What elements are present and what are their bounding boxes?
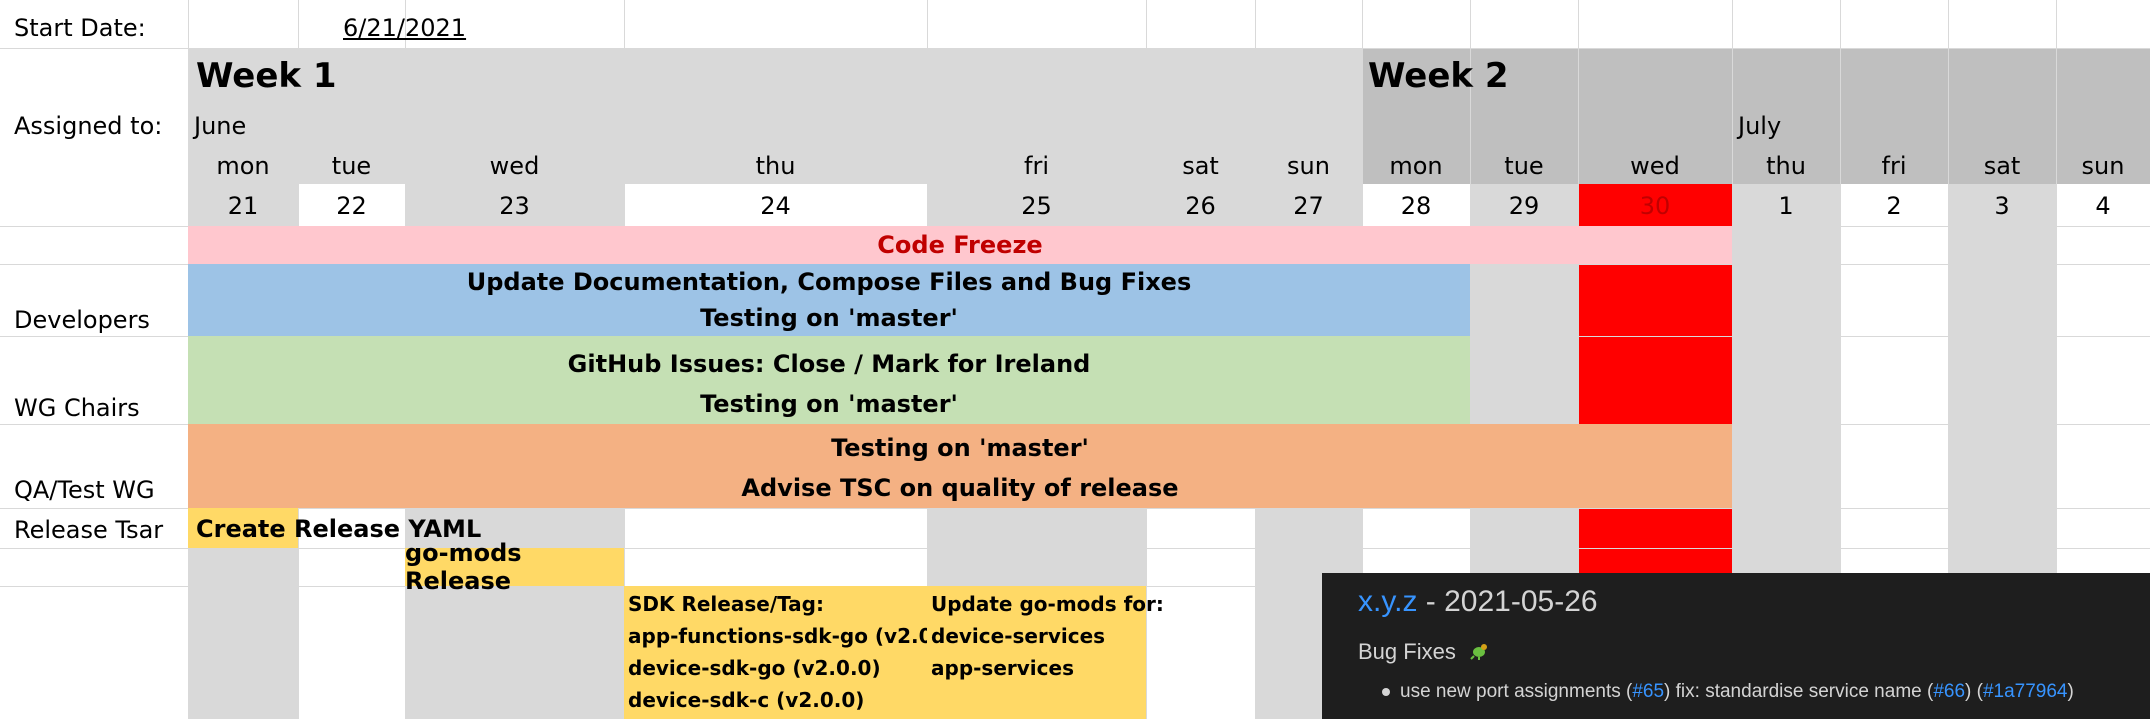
sdk-release-cell[interactable]: SDK Release/Tag: app-functions-sdk-go (v… (624, 586, 964, 719)
day-number[interactable]: 26 (1146, 186, 1255, 226)
item-text: ) (2067, 681, 2074, 702)
day-name: thu (755, 152, 796, 180)
bullet (1382, 687, 1390, 696)
start-date-label: Start Date: (14, 14, 146, 42)
version-date: - 2021-05-26 (1417, 585, 1598, 618)
bug-icon (1468, 639, 1490, 667)
changelog-section: Bug Fixes (1358, 639, 1490, 667)
wg-chairs-bar-line1: GitHub Issues: Close / Mark for Ireland (567, 350, 1091, 378)
day-name: sat (1182, 152, 1219, 180)
update-go-mods-title: Update go-mods for: (931, 592, 1164, 616)
item-text: ) ( (1965, 681, 1983, 702)
sdk-release-item: device-sdk-go (v2.0.0) (628, 656, 881, 680)
day-name: tue (331, 152, 372, 180)
month-july: July (1738, 112, 1782, 140)
update-go-mods-item: device-services (931, 624, 1106, 648)
developers-bar-line2: Testing on 'master' (700, 304, 958, 332)
day-number[interactable]: 27 (1255, 186, 1362, 226)
qa-test-bar-line2: Advise TSC on quality of release (741, 474, 1179, 502)
changelog-version-heading: x.y.z - 2021-05-26 (1358, 585, 1598, 619)
day-name: thu (1766, 152, 1806, 180)
grid-hline (0, 548, 2150, 549)
day-name: wed (489, 152, 540, 180)
sdk-release-item: app-functions-sdk-go (v2.0.0) (628, 624, 964, 648)
section-title: Bug Fixes (1358, 639, 1456, 664)
start-date-value[interactable]: 6/21/2021 (343, 14, 466, 42)
day-number[interactable]: 28 (1362, 186, 1470, 226)
week1-header: Week 1 (196, 56, 337, 96)
version-link[interactable]: x.y.z (1358, 585, 1417, 618)
day-name: mon (1389, 152, 1443, 180)
day-number[interactable]: 23 (405, 186, 624, 226)
update-go-mods-cell[interactable]: Update go-mods for: device-services app-… (927, 586, 1164, 719)
wg-chairs-bar-line2: Testing on 'master' (700, 390, 958, 418)
grid-hline (0, 48, 2150, 49)
month-june: June (194, 112, 247, 140)
role-release-tsar: Release Tsar (14, 516, 164, 544)
day-name: mon (216, 152, 270, 180)
day-number[interactable]: 22 (298, 186, 405, 226)
day-number[interactable]: 24 (624, 186, 927, 226)
day-name: sun (1287, 152, 1330, 180)
day-name: tue (1504, 152, 1544, 180)
developers-bar-line1: Update Documentation, Compose Files and … (466, 268, 1192, 296)
code-freeze-bar[interactable]: Code Freeze (188, 226, 1732, 264)
day-number[interactable]: 4 (2056, 186, 2150, 226)
day-number[interactable]: 1 (1732, 186, 1840, 226)
item-text: use new port assignments ( (1400, 681, 1633, 702)
day-number[interactable]: 25 (927, 186, 1146, 226)
grid-hline (0, 508, 2150, 509)
day-name: sat (1983, 152, 2021, 180)
day-number[interactable]: 29 (1470, 186, 1578, 226)
week2-header: Week 2 (1368, 56, 1509, 96)
sdk-release-title: SDK Release/Tag: (628, 592, 824, 616)
assigned-to-label: Assigned to: (14, 112, 163, 140)
day-name: fri (1881, 152, 1907, 180)
update-go-mods-item: app-services (931, 656, 1074, 680)
commit-link[interactable]: #1a77964 (1983, 681, 2068, 702)
day-name: fri (1024, 152, 1049, 180)
day-name: wed (1630, 152, 1680, 180)
day-number[interactable]: 21 (188, 186, 298, 226)
day-name: sun (2081, 152, 2125, 180)
issue-link[interactable]: #66 (1933, 681, 1965, 702)
role-developers: Developers (14, 306, 150, 334)
qa-test-bar-line1: Testing on 'master' (831, 434, 1089, 462)
changelog-list-item: use new port assignments (#65) fix: stan… (1382, 681, 2074, 703)
role-wg-chairs: WG Chairs (14, 394, 140, 422)
day-number[interactable]: 2 (1840, 186, 1948, 226)
role-qa-test-wg: QA/Test WG (14, 476, 155, 504)
changelog-overlay: x.y.z - 2021-05-26 Bug Fixes use new por… (1322, 573, 2150, 719)
day-number[interactable]: 3 (1948, 186, 2056, 226)
sdk-release-item: device-sdk-c (v2.0.0) (628, 688, 865, 712)
item-text: ) fix: standardise service name ( (1664, 681, 1934, 702)
go-mods-release-cell[interactable]: go-mods Release (405, 539, 624, 595)
day-number-highlighted[interactable]: 30 (1578, 186, 1732, 226)
issue-link[interactable]: #65 (1632, 681, 1664, 702)
